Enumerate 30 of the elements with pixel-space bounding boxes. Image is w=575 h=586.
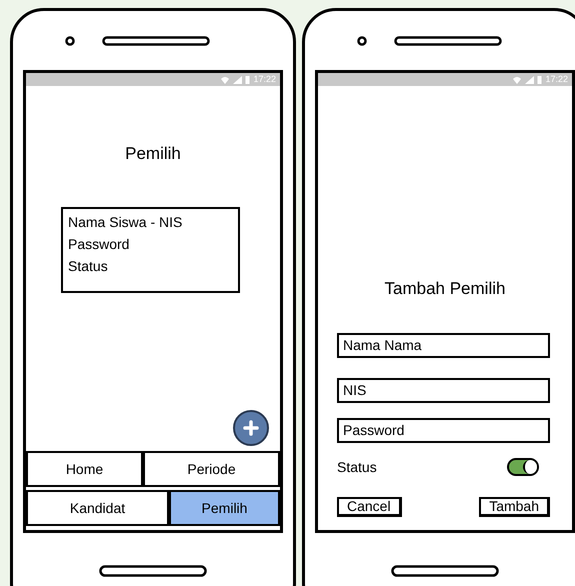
list-item: Nama Siswa - NIS (68, 212, 184, 232)
wifi-icon (512, 76, 522, 84)
battery-icon (537, 75, 542, 84)
nav-tab[interactable]: Pemilih (169, 490, 280, 526)
wifi-icon (220, 76, 230, 84)
action-button[interactable]: Tambah (479, 496, 550, 516)
list-item: Password (68, 234, 130, 254)
screen-title: Tambah Pemilih (384, 278, 506, 300)
signal-icon (233, 76, 242, 84)
speaker-icon (102, 36, 210, 46)
toggle-label: Status (337, 458, 377, 476)
signal-icon (525, 76, 534, 84)
camera-icon (65, 36, 75, 46)
nav-tab[interactable]: Home (26, 451, 143, 487)
list-item: Status (68, 256, 109, 276)
home-button-icon (391, 565, 499, 577)
nav-tab[interactable]: Kandidat (26, 490, 169, 526)
input-field[interactable]: NIS (337, 378, 550, 402)
nav-tab[interactable]: Periode (143, 451, 280, 487)
input-field[interactable]: Nama Nama (337, 332, 550, 358)
action-button[interactable]: Cancel (337, 496, 402, 516)
plus-icon (243, 420, 259, 436)
home-button-icon (99, 565, 207, 577)
battery-icon (245, 75, 250, 84)
camera-icon (357, 36, 367, 46)
input-field[interactable]: Password (337, 418, 550, 442)
screen-title: Pemilih (125, 143, 181, 165)
status-toggle[interactable] (507, 458, 539, 476)
speaker-icon (394, 36, 502, 46)
add-button[interactable] (233, 410, 269, 446)
